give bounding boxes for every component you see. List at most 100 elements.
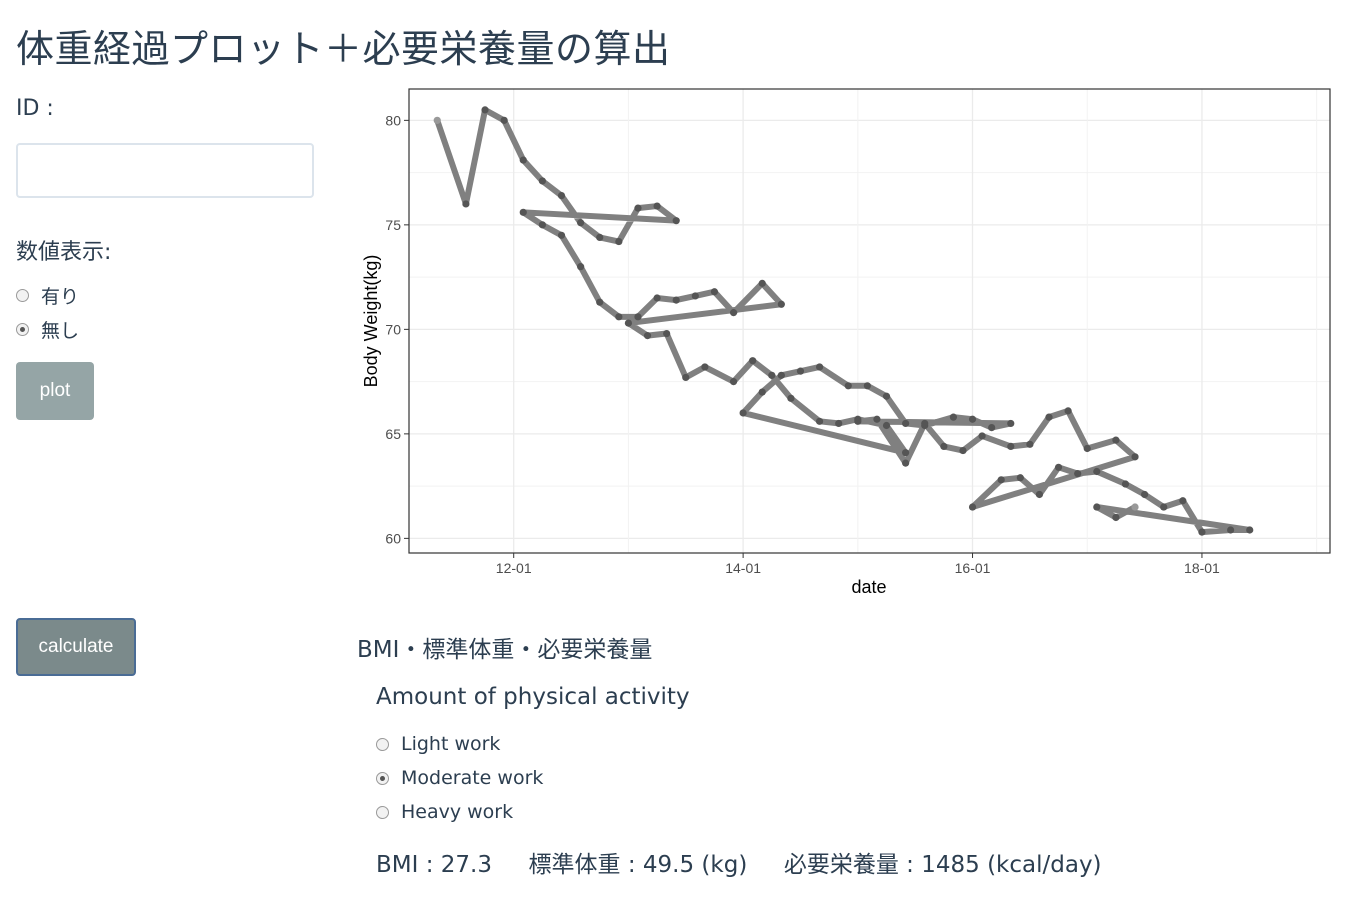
data-point: [796, 367, 805, 375]
data-point: [758, 279, 766, 287]
weight-series-line: [434, 106, 1253, 536]
data-point: [768, 371, 776, 379]
data-point: [844, 382, 852, 390]
x-axis-label: date: [851, 577, 886, 597]
data-point: [615, 237, 623, 246]
display-option-yes[interactable]: 有り: [16, 282, 79, 309]
data-point: [433, 116, 441, 124]
data-point: [835, 419, 843, 428]
display-option-label: 無し: [41, 320, 80, 342]
data-point: [672, 296, 680, 304]
y-axis-label: Body Weight(kg): [361, 255, 381, 388]
radio-unchecked-icon[interactable]: [376, 805, 389, 819]
radio-unchecked-icon[interactable]: [16, 289, 29, 302]
data-point: [1131, 503, 1139, 511]
data-point: [902, 419, 910, 428]
data-point: [1016, 474, 1024, 482]
data-point: [672, 217, 680, 225]
data-point: [596, 233, 604, 241]
radio-unchecked-icon[interactable]: [376, 737, 389, 751]
data-point: [988, 423, 996, 432]
activity-option-label: Light work: [401, 733, 501, 755]
data-point: [519, 156, 527, 164]
data-point: [729, 378, 738, 386]
radio-checked-icon[interactable]: [376, 771, 389, 785]
weight-chart: 60 65 70 75 80 12-01 14-01 16-01 18-01 date Bod…: [361, 88, 1331, 597]
data-point: [1160, 503, 1168, 511]
data-point: [615, 313, 623, 321]
data-point: [739, 409, 747, 417]
data-point: [701, 363, 709, 371]
id-input[interactable]: [16, 143, 314, 198]
calculate-button[interactable]: calculate: [16, 618, 136, 676]
data-point: [968, 503, 977, 511]
data-point: [1179, 497, 1187, 505]
data-point: [1246, 526, 1254, 534]
data-point: [777, 371, 785, 379]
data-point: [1054, 463, 1063, 471]
data-point: [902, 459, 910, 467]
x-tick-label: 14-01: [725, 560, 761, 576]
activity-title: Amount of physical activity: [376, 684, 690, 710]
page-title: 体重経過プロット＋必要栄養量の算出: [16, 27, 671, 71]
data-point: [682, 373, 690, 382]
x-tick-label: 12-01: [496, 560, 532, 576]
data-point: [710, 288, 719, 296]
data-point: [1064, 407, 1072, 415]
data-point: [500, 116, 508, 124]
activity-option-moderate[interactable]: Moderate work: [376, 767, 543, 789]
y-tick-label: 70: [385, 321, 401, 337]
result-summary: BMI : 27.3 標準体重 : 49.5 (kg) 必要栄養量 : 1485…: [376, 852, 1102, 878]
data-point: [1121, 480, 1130, 488]
data-point: [873, 415, 881, 423]
activity-option-label: Moderate work: [401, 767, 544, 789]
data-point: [1093, 503, 1101, 511]
data-point: [519, 208, 527, 216]
data-point: [758, 388, 766, 396]
data-point: [978, 432, 986, 440]
activity-option-heavy[interactable]: Heavy work: [376, 801, 513, 823]
data-point: [481, 106, 489, 114]
data-point: [815, 417, 824, 425]
data-point: [1112, 436, 1120, 444]
id-label: ID :: [16, 96, 54, 121]
data-point: [538, 177, 546, 185]
data-point: [653, 294, 661, 302]
data-point: [634, 313, 642, 321]
data-point: [557, 191, 566, 200]
data-point: [596, 298, 604, 306]
data-point: [815, 363, 824, 371]
data-point: [1198, 528, 1206, 536]
chart-grid: [409, 89, 1330, 553]
data-point: [949, 413, 958, 421]
y-tick-label: 80: [385, 112, 401, 128]
data-point: [538, 221, 546, 229]
data-point: [997, 476, 1005, 484]
x-tick-label: 16-01: [955, 560, 991, 576]
data-point: [691, 292, 699, 300]
results-section-title: BMI・標準体重・必要栄養量: [357, 637, 653, 663]
data-point: [643, 332, 652, 340]
data-point: [787, 394, 795, 402]
data-point: [557, 231, 566, 239]
data-point: [882, 421, 891, 430]
activity-option-light[interactable]: Light work: [376, 733, 500, 755]
data-point: [624, 319, 633, 327]
data-point: [749, 357, 757, 365]
display-option-no[interactable]: 無し: [16, 316, 79, 343]
data-point: [882, 392, 891, 400]
plot-button[interactable]: plot: [16, 362, 94, 420]
data-point: [1007, 419, 1015, 428]
activity-option-label: Heavy work: [401, 801, 514, 823]
data-point: [663, 329, 671, 338]
data-point: [921, 419, 929, 428]
data-point: [1035, 490, 1044, 499]
data-point: [1227, 526, 1235, 534]
display-values-label: 数値表示:: [16, 240, 112, 265]
radio-checked-icon[interactable]: [16, 323, 29, 336]
data-point: [1007, 442, 1015, 451]
data-point: [940, 442, 948, 451]
data-point: [577, 219, 585, 227]
data-point: [729, 309, 738, 317]
data-point: [1093, 467, 1101, 476]
